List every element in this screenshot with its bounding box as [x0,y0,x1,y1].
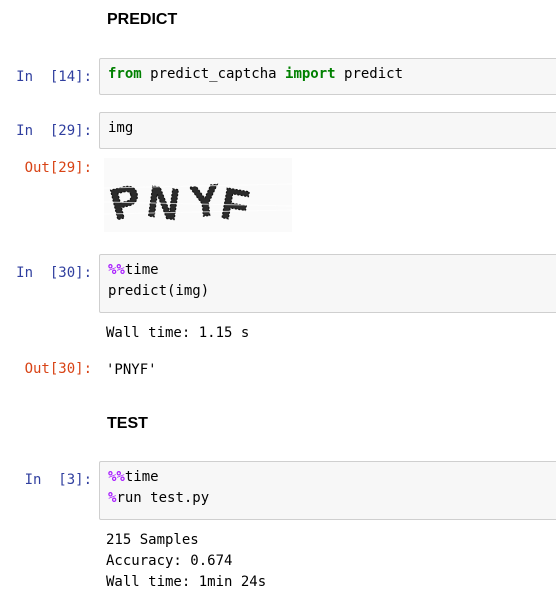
cell-magic-name: time [124,469,159,485]
stdout-30: Wall time: 1.15 s [106,325,250,341]
output-prompt-30: Out[30]: [24,361,92,377]
input-prompt-29: In [29]: [16,123,92,139]
cell-magic-name: time [124,262,159,278]
captcha-image: P N Y F [104,158,292,232]
code-line: predict(img) [108,283,210,299]
cell-magic-prefix: %% [108,262,125,278]
stdout-line: 215 Samples [106,532,199,548]
section-heading-test: TEST [107,415,148,432]
result-30: 'PNYF' [106,362,157,378]
line-magic-command: run test.py [116,490,210,506]
output-prompt-29: Out[29]: [24,160,92,176]
code-cell-29[interactable]: img [99,112,556,149]
code-cell-3[interactable]: %%time %run test.py [99,461,556,520]
input-prompt-3: In [3]: [24,472,92,488]
input-prompt-14: In [14]: [16,69,92,85]
module-name: predict_captcha [141,66,286,82]
keyword-from: from [108,66,142,82]
stdout-3: 215 Samples Accuracy: 0.674 Wall time: 1… [106,530,266,593]
keyword-import: import [285,66,336,82]
section-heading-predict: PREDICT [107,11,178,28]
cell-magic-prefix: %% [108,469,125,485]
stdout-line: Wall time: 1min 24s [106,574,267,590]
input-prompt-30: In [30]: [16,265,92,281]
code-cell-14[interactable]: from predict_captcha import predict [99,58,556,95]
captcha-char-y: Y [188,176,222,228]
imported-name: predict [335,66,404,82]
stdout-line: Accuracy: 0.674 [106,553,233,569]
code-cell-30[interactable]: %%time predict(img) [99,254,556,313]
code-text: img [108,120,134,136]
